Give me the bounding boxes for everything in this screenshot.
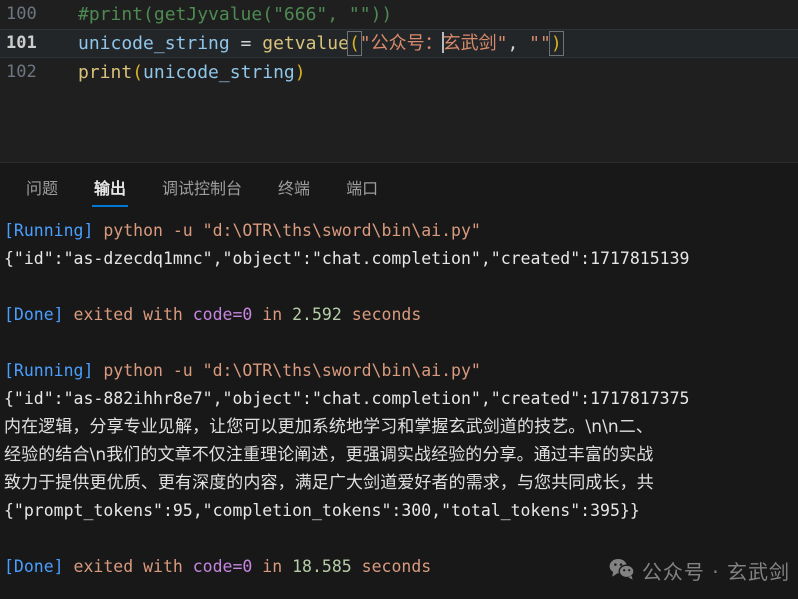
code-token: ) xyxy=(548,31,564,56)
code-token: "" xyxy=(529,33,551,54)
code-token: print xyxy=(78,62,133,83)
output-segment: seconds xyxy=(351,557,432,576)
output-segment: 内在逻辑，分享专业见解，让您可以更加系统地学习和掌握玄武剑道的技艺。\n\n二、 xyxy=(4,417,654,437)
tab-item-2[interactable]: 调试控制台 xyxy=(144,175,260,209)
code-text: unicode_string = getvalue("公众号：玄武剑", "") xyxy=(78,29,564,58)
output-line: {"id":"as-882ihhr8e7","object":"chat.com… xyxy=(4,385,798,413)
output-segment: [Running] xyxy=(4,361,94,380)
output-segment: python -u "d:\OTR\ths\sword\bin\ai.py" xyxy=(93,221,481,240)
output-segment: exited with xyxy=(63,305,193,324)
output-segment: [Running] xyxy=(4,221,94,240)
output-segment: {"id":"as-882ihhr8e7","object":"chat.com… xyxy=(4,389,690,408)
output-line: [Done] exited with code=0 in 18.585 seco… xyxy=(4,553,798,581)
output-segment: in xyxy=(252,305,293,324)
output-segment: [Done] xyxy=(4,305,64,324)
code-token: getvalue xyxy=(262,33,349,54)
code-token: ) xyxy=(294,62,306,83)
code-line[interactable]: 100 #print(getJyvalue("666", "")) xyxy=(0,0,798,29)
tab-output-active[interactable]: 输出 xyxy=(76,175,144,209)
output-line: [Running] python -u "d:\OTR\ths\sword\bi… xyxy=(4,217,798,245)
line-number: 100 xyxy=(6,4,37,24)
output-console[interactable]: [Running] python -u "d:\OTR\ths\sword\bi… xyxy=(0,209,798,581)
output-line: [Done] exited with code=0 in 2.592 secon… xyxy=(4,301,798,329)
tab-item-0[interactable]: 问题 xyxy=(8,175,76,209)
code-token: unicode_string xyxy=(143,62,295,83)
output-segment: 2.592 xyxy=(292,305,342,324)
tab-item-4[interactable]: 端口 xyxy=(328,175,396,209)
code-token: #print(getJyvalue("666", "")) xyxy=(78,4,393,25)
editor-line-list: 100 #print(getJyvalue("666", "")) 101 unico… xyxy=(0,0,798,87)
output-segment: {"id":"as-dzecdq1mnc","object":"chat.com… xyxy=(4,249,690,268)
code-token: , xyxy=(507,33,530,54)
output-segment: 经验的结合\n我们的文章不仅注重理论阐述，更强调实战经验的分享。通过丰富的实战 xyxy=(4,445,654,465)
output-segment: in xyxy=(252,557,293,576)
code-editor[interactable]: 100 #print(getJyvalue("666", "")) 101 unico… xyxy=(0,0,798,162)
output-line: {"prompt_tokens":95,"completion_tokens":… xyxy=(4,497,798,525)
code-token: unicode_string xyxy=(78,33,230,54)
bottom-panel: 问题 输出 调试控制台 终端 端口 [Running] python -u "d:\OT… xyxy=(0,162,798,599)
output-segment: {"prompt_tokens":95,"completion_tokens":… xyxy=(4,501,640,520)
code-text: #print(getJyvalue("666", "")) xyxy=(78,0,392,29)
output-line: [Running] python -u "d:\OTR\ths\sword\bi… xyxy=(4,357,798,385)
output-segment: [Done] xyxy=(4,557,64,576)
code-token: ( xyxy=(346,31,362,56)
panel-tab-bar: 问题 输出 调试控制台 终端 端口 xyxy=(0,163,798,209)
output-line: 内在逻辑，分享专业见解，让您可以更加系统地学习和掌握玄武剑道的技艺。\n\n二、 xyxy=(4,413,798,441)
output-segment: python -u "d:\OTR\ths\sword\bin\ai.py" xyxy=(93,361,481,380)
tab-item-3[interactable]: 终端 xyxy=(260,175,328,209)
line-number: 101 xyxy=(6,33,37,53)
code-token: ( xyxy=(132,62,144,83)
output-segment: code=0 xyxy=(192,305,253,324)
output-segment: code=0 xyxy=(192,557,253,576)
line-number: 102 xyxy=(6,62,37,82)
output-line: 经验的结合\n我们的文章不仅注重理论阐述，更强调实战经验的分享。通过丰富的实战 xyxy=(4,441,798,469)
output-segment: 致力于提供更优质、更有深度的内容，满足广大剑道爱好者的需求，与您共同成长，共 xyxy=(4,473,654,493)
code-token: "公众号： xyxy=(359,33,443,54)
output-segment: 18.585 xyxy=(292,557,352,576)
code-text: print(unicode_string) xyxy=(78,58,306,87)
code-token: = xyxy=(229,33,263,54)
code-token: 玄武剑" xyxy=(442,33,508,54)
output-segment: seconds xyxy=(341,305,422,324)
output-line: 致力于提供更优质、更有深度的内容，满足广大剑道爱好者的需求，与您共同成长，共 xyxy=(4,469,798,497)
output-line: {"id":"as-dzecdq1mnc","object":"chat.com… xyxy=(4,245,798,273)
output-segment: exited with xyxy=(63,557,193,576)
code-line[interactable]: 101 unicode_string = getvalue("公众号：玄武剑", … xyxy=(0,29,798,58)
code-line[interactable]: 102 print(unicode_string) xyxy=(0,58,798,87)
